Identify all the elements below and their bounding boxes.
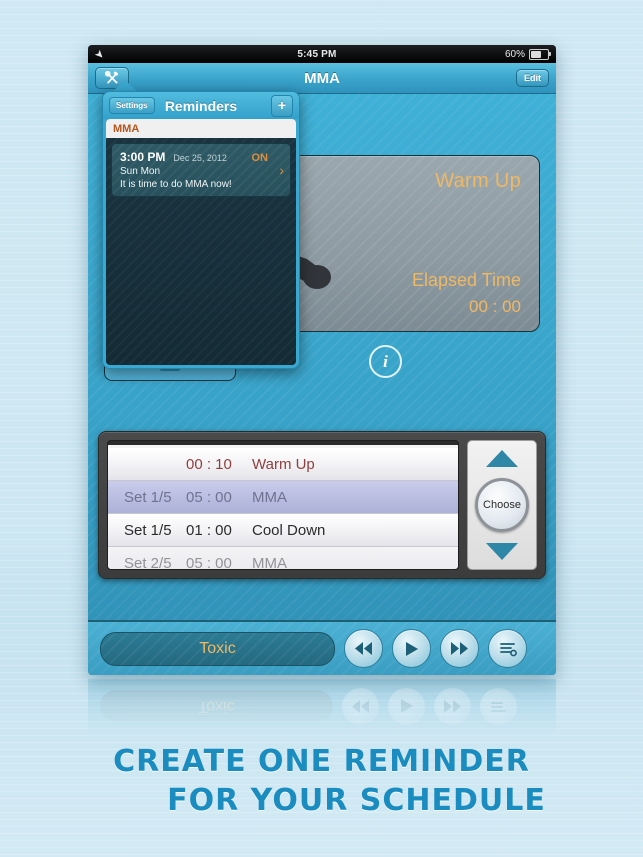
reminder-top-line: 3:00 PM Dec 25, 2012 ON (120, 150, 282, 164)
reflection-rewind-button (342, 688, 379, 725)
reminder-time: 3:00 PM (120, 150, 166, 164)
reflection-track-title: Toxic (100, 690, 333, 723)
play-icon (401, 699, 413, 714)
reminders-popover: Settings Reminders + MMA 3:00 PM Dec 25,… (102, 80, 300, 369)
reminder-days: Sun Mon (120, 166, 161, 177)
row-set: Set 1/5 (124, 488, 172, 506)
chooser-control: Choose (467, 440, 537, 570)
status-bar: ➤ 5:45 PM 60% (88, 45, 556, 63)
row-set: Set 1/5 (124, 521, 172, 539)
playlist-icon (490, 702, 506, 713)
add-reminder-button[interactable]: + (270, 94, 293, 117)
table-row[interactable]: Set 1/5 01 : 00 Cool Down (108, 514, 458, 547)
edit-button[interactable]: Edit (516, 69, 549, 87)
rewind-icon (355, 642, 372, 655)
table-row[interactable]: Set 2/5 05 : 00 MMA (108, 547, 458, 570)
player-bar: Toxic (88, 620, 556, 675)
device-reflection: Toxic (88, 676, 556, 734)
battery-percent: 60% (504, 48, 525, 60)
table-row[interactable]: 00 : 10 Warm Up (108, 448, 458, 481)
battery-icon (529, 48, 551, 60)
track-title-display[interactable]: Toxic (100, 631, 335, 666)
reminders-list[interactable]: MMA 3:00 PM Dec 25, 2012 ON Sun Mon It i… (106, 119, 296, 365)
reflection-play-button (388, 688, 425, 725)
reminder-date: Dec 25, 2012 (173, 153, 227, 163)
caption-line-1: CREATE ONE REMINDER (113, 744, 530, 779)
rewind-icon (352, 700, 369, 713)
ipad-device-frame: Warm Up Elapsed Time 00 : 00 i 00: 10 W… (88, 45, 556, 675)
row-name: Warm Up (252, 455, 315, 473)
reminder-group-header: MMA (106, 119, 296, 138)
play-button[interactable] (392, 629, 431, 668)
reflection-playlist-button (480, 688, 517, 725)
choose-button[interactable]: Choose (475, 478, 529, 532)
playlist-button[interactable] (488, 629, 527, 668)
marketing-caption: CREATE ONE REMINDER FOR YOUR SCHEDULE (0, 742, 643, 820)
play-icon (406, 641, 418, 656)
row-time: 05 : 00 (186, 554, 232, 570)
reflection-next-button (434, 688, 471, 725)
popover-body: Settings Reminders + MMA 3:00 PM Dec 25,… (102, 91, 300, 369)
playlist-icon (499, 642, 517, 656)
fast-forward-icon (444, 700, 461, 713)
settings-button[interactable]: Settings (109, 97, 155, 114)
triangle-down-icon[interactable] (486, 543, 518, 560)
page-title: MMA (304, 69, 340, 87)
row-name: MMA (252, 488, 287, 506)
elapsed-time-label: Elapsed Time (411, 270, 521, 290)
reminder-status-badge: ON (251, 152, 269, 164)
device-screen: Warm Up Elapsed Time 00 : 00 i 00: 10 W… (88, 45, 556, 675)
fast-forward-icon (451, 642, 468, 655)
status-right: 60% (459, 48, 556, 60)
reminder-message: It is time to do MMA now! (120, 179, 232, 190)
schedule-list[interactable]: 00 : 10 Warm Up Set 1/5 05 : 00 MMA Set … (107, 440, 459, 570)
popover-header: Settings Reminders + (103, 92, 299, 119)
row-time: 00 : 10 (186, 455, 232, 473)
timer-phase-label: Warm Up (435, 170, 521, 192)
caption-line-2: FOR YOUR SCHEDULE (167, 783, 546, 818)
info-button[interactable]: i (369, 345, 402, 378)
row-time: 05 : 00 (186, 488, 232, 506)
row-name: Cool Down (252, 521, 326, 539)
table-row[interactable]: Set 1/5 05 : 00 MMA (108, 481, 458, 514)
row-set: Set 2/5 (124, 554, 172, 570)
reflection-player-bar: Toxic (88, 679, 556, 734)
status-left: ➤ (88, 46, 175, 62)
chevron-right-icon: › (279, 162, 284, 178)
row-time: 01 : 00 (186, 521, 232, 539)
reminder-cell[interactable]: 3:00 PM Dec 25, 2012 ON Sun Mon It is ti… (111, 143, 291, 197)
next-button[interactable] (440, 629, 479, 668)
triangle-up-icon[interactable] (486, 450, 518, 467)
row-name: MMA (252, 554, 287, 570)
navigation-bar: MMA Edit (88, 63, 556, 94)
schedule-panel: 00 : 10 Warm Up Set 1/5 05 : 00 MMA Set … (98, 431, 546, 579)
rewind-button[interactable] (344, 629, 383, 668)
elapsed-time-value: 00 : 00 (469, 297, 521, 316)
airplane-icon: ➤ (91, 46, 107, 62)
status-clock: 5:45 PM (297, 48, 337, 60)
